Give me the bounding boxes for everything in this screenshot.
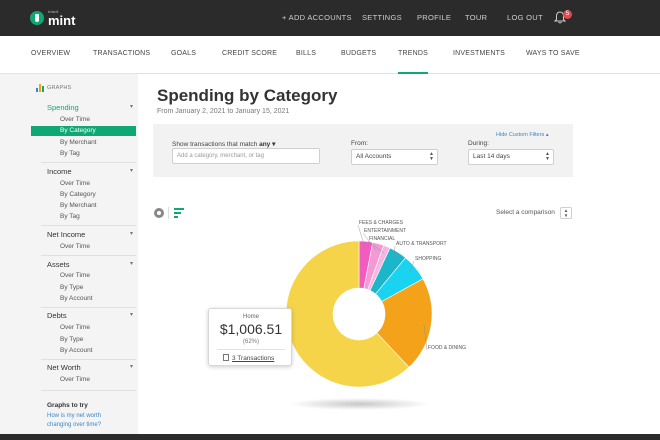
main-nav: OVERVIEW TRANSACTIONS GOALS CREDIT SCORE… — [0, 36, 660, 74]
nav-transactions[interactable]: TRANSACTIONS — [93, 36, 150, 74]
sidebar-divider — [41, 390, 136, 391]
sidebar-item-spending-over-time[interactable]: Over Time — [60, 116, 90, 123]
sidebar-divider — [41, 255, 136, 256]
sidebar-divider — [41, 307, 136, 308]
nav-ways-to-save[interactable]: WAYS TO SAVE — [526, 36, 580, 74]
nav-credit-score[interactable]: CREDIT SCORE — [222, 36, 277, 74]
document-icon — [223, 354, 229, 361]
graphs-title: GRAPHS — [47, 85, 72, 91]
tooltip-amount: $1,006.51 — [219, 321, 283, 337]
mint-leaf-icon — [30, 11, 44, 25]
nav-budgets[interactable]: BUDGETS — [341, 36, 376, 74]
profile-link[interactable]: PROFILE — [417, 0, 451, 36]
sidebar-item-income-by-merchant[interactable]: By Merchant — [60, 202, 97, 209]
top-bar: intuit mint + ADD ACCOUNTS SETTINGS PROF… — [0, 0, 660, 36]
mint-logo[interactable]: intuit mint — [30, 6, 75, 30]
graphs-heading: GRAPHS — [36, 84, 71, 92]
chevron-down-icon[interactable]: ▾ — [130, 363, 133, 370]
nav-goals[interactable]: GOALS — [171, 36, 196, 74]
sidebar-divider — [41, 162, 136, 163]
sidebar-group-net-income[interactable]: Net Income — [47, 230, 85, 239]
sidebar-item-assets-by-type[interactable]: By Type — [60, 284, 83, 291]
sidebar-item-income-over-time[interactable]: Over Time — [60, 180, 90, 187]
tooltip-percent: (62%) — [242, 339, 259, 345]
sidebar-item-spending-by-category[interactable]: By Category — [60, 127, 96, 134]
donut-hole — [333, 288, 385, 340]
chevron-down-icon[interactable]: ▾ — [130, 311, 133, 318]
slice-tooltip: Home $1,006.51 (62%) 3 Transactions — [208, 308, 292, 366]
bar-chart-icon — [36, 84, 44, 92]
sidebar-item-assets-over-time[interactable]: Over Time — [60, 272, 90, 279]
sidebar-item-income-by-category[interactable]: By Category — [60, 191, 96, 198]
nav-overview[interactable]: OVERVIEW — [31, 36, 70, 74]
logo-mint: mint — [48, 12, 76, 28]
sidebar-group-income[interactable]: Income — [47, 167, 72, 176]
settings-link[interactable]: SETTINGS — [362, 0, 402, 36]
sidebar-divider — [41, 359, 136, 360]
tooltip-category: Home — [242, 314, 259, 320]
sidebar-item-assets-by-account[interactable]: By Account — [60, 295, 93, 302]
sidebar-item-debts-over-time[interactable]: Over Time — [60, 324, 90, 331]
graphs-to-try-link[interactable]: How is my net worth changing over time? — [47, 412, 127, 430]
chart-shadow — [289, 398, 429, 410]
chart-label-financial: FINANCIAL — [369, 236, 395, 242]
tooltip-divider — [217, 349, 285, 350]
sidebar-group-net-worth[interactable]: Net Worth — [47, 363, 81, 372]
tour-link[interactable]: TOUR — [465, 0, 487, 36]
chevron-down-icon[interactable]: ▾ — [130, 103, 133, 110]
sidebar-item-net-worth-over-time[interactable]: Over Time — [60, 376, 90, 383]
chart-label-shopping: SHOPPING — [415, 256, 442, 262]
chevron-down-icon[interactable]: ▾ — [130, 167, 133, 174]
sidebar-item-debts-by-account[interactable]: By Account — [60, 347, 93, 354]
sidebar-item-debts-by-type[interactable]: By Type — [60, 336, 83, 343]
sidebar-item-net-income-over-time[interactable]: Over Time — [60, 243, 90, 250]
graphs-sidebar: GRAPHS Spending ▾ Over Time By Category … — [0, 74, 138, 440]
sidebar-item-spending-by-tag[interactable]: By Tag — [60, 150, 80, 157]
graphs-to-try-heading: Graphs to try — [47, 402, 88, 409]
add-accounts-link[interactable]: + ADD ACCOUNTS — [282, 0, 352, 36]
chart-label-auto-transport: AUTO & TRANSPORT — [396, 241, 447, 247]
bottom-bar — [0, 434, 660, 440]
sidebar-item-income-by-tag[interactable]: By Tag — [60, 213, 80, 220]
chart-label-fees-charges: FEES & CHARGES — [359, 220, 404, 226]
sidebar-group-spending[interactable]: Spending — [47, 103, 79, 112]
spending-donut-chart: FEES & CHARGES ENTERTAINMENT FINANCIALAUTO… — [285, 220, 466, 410]
sidebar-group-assets[interactable]: Assets — [47, 260, 70, 269]
chart-label-food-dining: FOOD & DINING — [428, 345, 466, 351]
chevron-down-icon[interactable]: ▾ — [130, 230, 133, 237]
logout-link[interactable]: LOG OUT — [507, 0, 543, 36]
notification-badge: 5 — [563, 10, 572, 19]
sidebar-divider — [41, 225, 136, 226]
nav-bills[interactable]: BILLS — [296, 36, 316, 74]
sidebar-group-debts[interactable]: Debts — [47, 311, 67, 320]
chart-label-entertainment: ENTERTAINMENT — [364, 228, 406, 234]
tooltip-transactions-link[interactable]: 3 Transactions — [223, 354, 274, 362]
tooltip-transactions-text: 3 Transactions — [232, 355, 275, 362]
nav-investments[interactable]: INVESTMENTS — [453, 36, 505, 74]
nav-trends[interactable]: TRENDS — [398, 36, 428, 74]
chevron-down-icon[interactable]: ▾ — [130, 260, 133, 267]
sidebar-item-spending-by-merchant[interactable]: By Merchant — [60, 139, 97, 146]
